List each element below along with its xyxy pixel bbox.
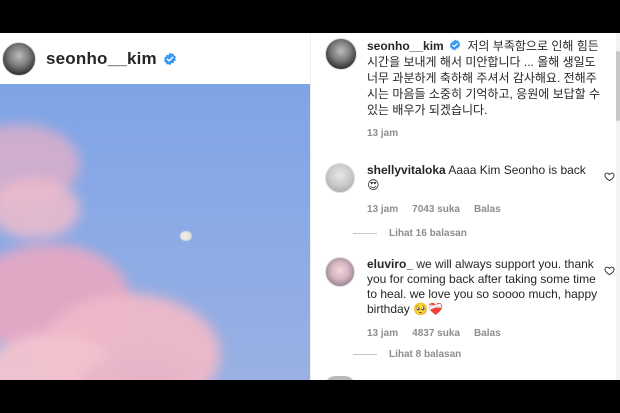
- comment-item: shellyvitaloka Aaaa Kim Seonho is back 😍…: [325, 163, 615, 217]
- comment-meta: 13 jam 4837 suka Balas: [367, 326, 607, 341]
- caption-username[interactable]: seonho__kim: [367, 39, 444, 53]
- comment-text: Aaaa Kim Seonho is back: [448, 163, 586, 177]
- reply-button[interactable]: Balas: [474, 326, 501, 341]
- verified-badge-icon: [163, 52, 176, 65]
- comment-username[interactable]: shellyvitaloka: [367, 163, 446, 177]
- comment-username[interactable]: eluviro_: [367, 257, 413, 271]
- caption-avatar[interactable]: [325, 38, 357, 70]
- verified-badge-icon: [449, 39, 461, 51]
- comments-panel: seonho__kim 저의 부족함으로 인해 힘든 시간을 보내게 해서 미안…: [310, 33, 620, 380]
- comment-likes[interactable]: 7043 suka: [412, 202, 460, 217]
- scrollbar-thumb[interactable]: [616, 51, 620, 121]
- next-comment-partial: [325, 376, 607, 380]
- post-image[interactable]: [0, 84, 310, 380]
- comment-time[interactable]: 13 jam: [367, 202, 398, 217]
- replies-divider: [353, 354, 377, 355]
- comment-emoji: 🥺❤️‍🩹: [413, 302, 443, 316]
- comment-meta: 13 jam 7043 suka Balas: [367, 202, 607, 217]
- comment-time[interactable]: 13 jam: [367, 326, 398, 341]
- avatar[interactable]: [2, 41, 36, 76]
- view-replies-label[interactable]: Lihat 8 balasan: [389, 349, 461, 360]
- reply-button[interactable]: Balas: [474, 202, 501, 217]
- heart-icon[interactable]: [604, 265, 615, 276]
- post-viewer: seonho__kim seonho__kim 저의 부족함으로 인해 힘든 시…: [0, 33, 620, 380]
- comment-likes[interactable]: 4837 suka: [412, 326, 460, 341]
- commenter-avatar[interactable]: [325, 163, 355, 193]
- view-replies-button[interactable]: Lihat 8 balasan: [353, 349, 461, 360]
- caption-time[interactable]: 13 jam: [367, 126, 607, 142]
- post-header: seonho__kim: [0, 33, 310, 84]
- commenter-avatar: [325, 376, 355, 380]
- view-replies-label[interactable]: Lihat 16 balasan: [389, 228, 467, 239]
- post-caption: seonho__kim 저의 부족함으로 인해 힘든 시간을 보내게 해서 미안…: [325, 38, 607, 142]
- username-link[interactable]: seonho__kim: [46, 49, 157, 69]
- replies-divider: [353, 233, 377, 234]
- view-replies-button[interactable]: Lihat 16 balasan: [353, 228, 467, 239]
- heart-icon[interactable]: [604, 171, 615, 182]
- comment-emoji: 😍: [367, 178, 380, 192]
- scrollbar[interactable]: [616, 33, 620, 380]
- commenter-avatar[interactable]: [325, 257, 355, 287]
- moon: [180, 231, 192, 241]
- comment-item: eluviro_ we will always support you. tha…: [325, 257, 615, 341]
